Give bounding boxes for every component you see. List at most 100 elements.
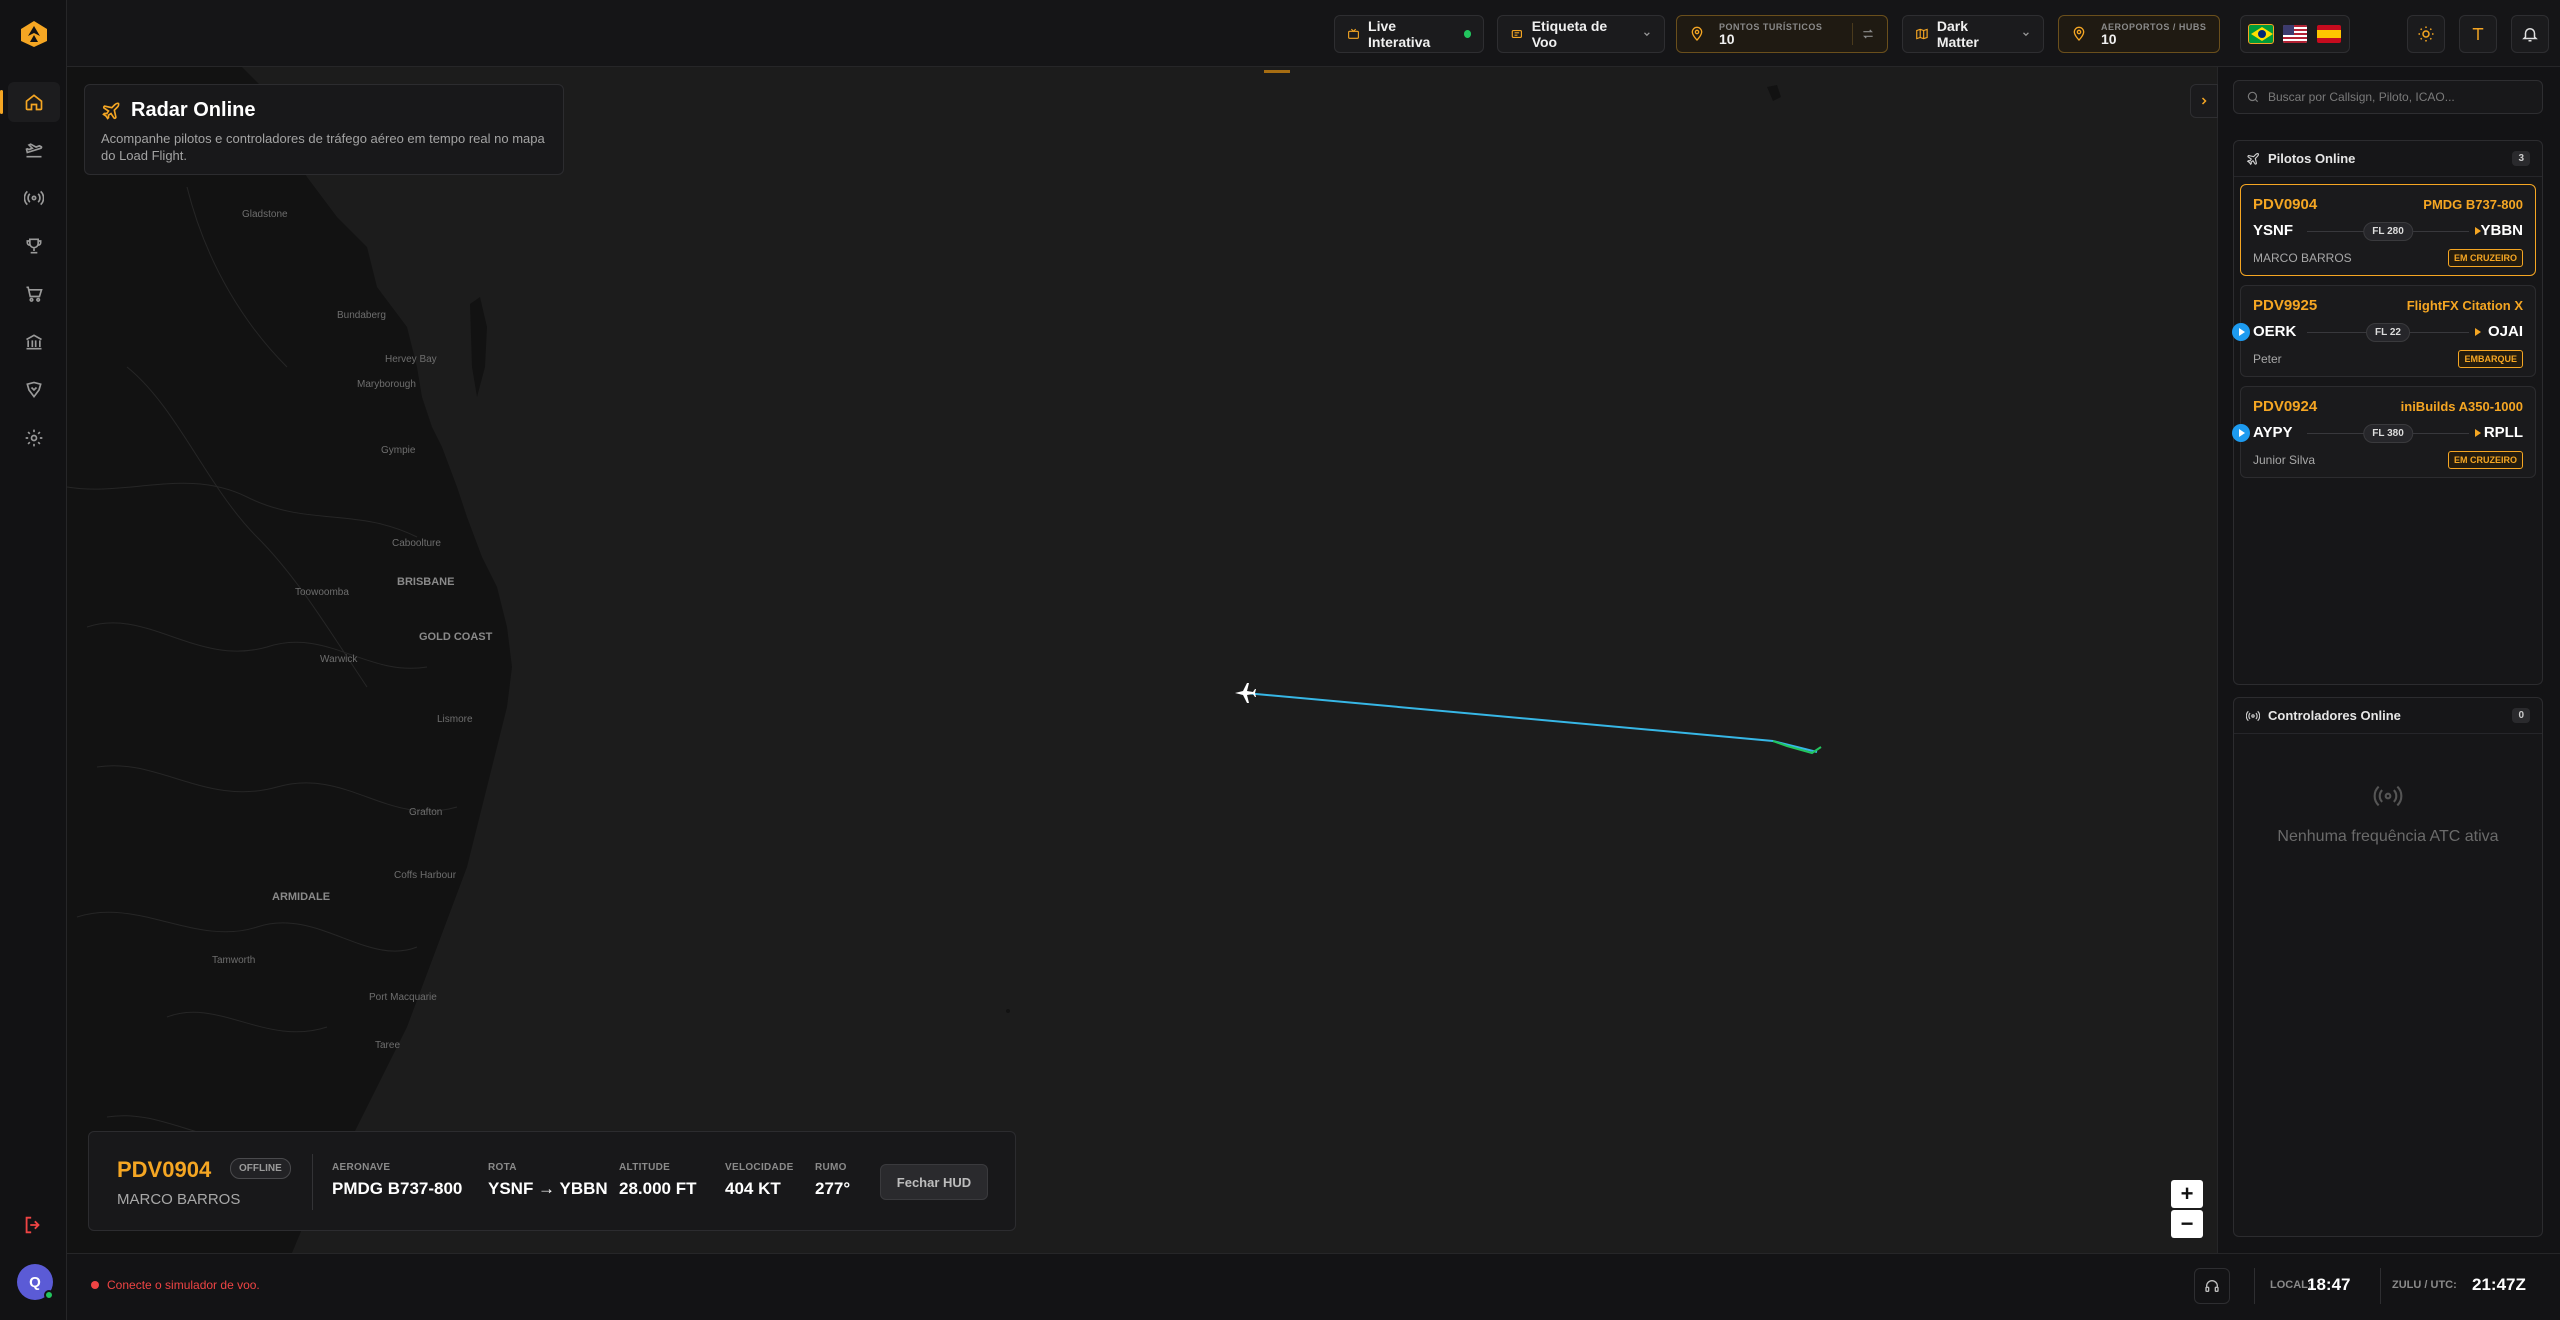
- chevron-down-icon: [2023, 32, 2029, 37]
- play-icon[interactable]: [2232, 323, 2250, 341]
- fraser-island: [470, 297, 487, 397]
- nav-home[interactable]: [0, 82, 60, 122]
- nav-radar[interactable]: [8, 178, 60, 218]
- flag-brazil-icon[interactable]: [2248, 24, 2274, 44]
- flight-tag-dropdown[interactable]: Etiqueta de Voo: [1497, 15, 1665, 53]
- map-style-dropdown[interactable]: Dark Matter: [1902, 15, 2044, 53]
- plane-icon: [102, 102, 120, 120]
- flag-usa-icon[interactable]: [2283, 25, 2307, 43]
- radar-map[interactable]: Gladstone Bundaberg Hervey Bay Maryborou…: [67, 67, 2217, 1253]
- live-status-dot: [1463, 30, 1471, 38]
- play-icon[interactable]: [2232, 424, 2250, 442]
- pilot-callsign: PDV0924: [2253, 398, 2318, 415]
- page-title: Radar Online: [131, 99, 256, 121]
- search-input[interactable]: [2268, 90, 2528, 104]
- font-size-button[interactable]: [2459, 15, 2497, 53]
- nav-flights[interactable]: [8, 130, 60, 170]
- nav-ranking[interactable]: [8, 226, 60, 266]
- airports-count: 10: [2101, 30, 2117, 47]
- pilot-aircraft: FlightFX Citation X: [2406, 298, 2523, 313]
- city-label: ARMIDALE: [272, 891, 331, 903]
- pilots-count-badge: 3: [2512, 151, 2530, 166]
- pilot-card[interactable]: PDV0904 PMDG B737-800 YSNF FL 280 YBBN M…: [2240, 184, 2536, 276]
- hud-field-value: PMDG B737-800: [332, 1179, 463, 1198]
- collapse-panel-button[interactable]: [2190, 84, 2218, 118]
- zoom-out-button[interactable]: −: [2171, 1210, 2203, 1238]
- city-label: Gladstone: [242, 209, 288, 220]
- pilot-name: Junior Silva: [2253, 453, 2316, 467]
- nav-settings[interactable]: [8, 418, 60, 458]
- bottom-bar: Conecte o simulador de voo. LOCAL: 18:47…: [67, 1253, 2560, 1320]
- atc-count-badge: 0: [2512, 708, 2530, 723]
- sun-icon: [2418, 26, 2434, 42]
- sim-status-text: Conecte o simulador de voo.: [107, 1278, 260, 1292]
- controllers-online-panel: Controladores Online 0: [2233, 697, 2543, 1237]
- nav-bank[interactable]: [8, 322, 60, 362]
- live-toggle-button[interactable]: Live Interativa: [1334, 15, 1484, 53]
- chevron-down-icon: [1644, 32, 1650, 37]
- support-button[interactable]: [2194, 1268, 2230, 1304]
- hud-field-value: YSNF → YBBN: [488, 1179, 608, 1198]
- notifications-button[interactable]: [2511, 15, 2549, 53]
- pilot-departure: YSNF: [2253, 222, 2294, 239]
- status-badge: EM CRUZEIRO: [2448, 451, 2523, 469]
- close-hud-button[interactable]: Fechar HUD: [880, 1164, 988, 1200]
- city-label: Bundaberg: [337, 310, 386, 321]
- theme-toggle-button[interactable]: [2407, 15, 2445, 53]
- hud-field-label: AERONAVE: [332, 1162, 391, 1173]
- city-label: Lismore: [437, 714, 473, 725]
- hud-field-value: 404 KT: [725, 1179, 781, 1198]
- pilot-callsign: PDV0904: [2253, 196, 2318, 213]
- airports-hubs-control[interactable]: AEROPORTOS / HUBS 10: [2058, 15, 2220, 53]
- bank-icon: [26, 334, 42, 350]
- medal-icon: [26, 381, 42, 399]
- hud-field-value: 28.000 FT: [619, 1179, 697, 1198]
- arrow-icon: [2475, 328, 2481, 336]
- pilot-arrival: YBBN: [2480, 222, 2523, 239]
- broadcast-icon: [2246, 710, 2260, 721]
- pilot-arrival: RPLL: [2483, 424, 2523, 441]
- city-label: Tamworth: [212, 955, 256, 966]
- pilot-arrival: OJAI: [2487, 323, 2523, 340]
- avatar[interactable]: Q: [17, 1264, 54, 1300]
- zulu-time-value: 21:47Z: [2472, 1275, 2526, 1294]
- nav-awards[interactable]: [8, 370, 60, 410]
- island-small: [1006, 1009, 1010, 1013]
- map-pin-icon: [2073, 26, 2085, 41]
- zoom-in-button[interactable]: +: [2171, 1180, 2203, 1208]
- city-label: Gympie: [381, 445, 416, 456]
- flight-level-badge: FL 280: [2363, 222, 2413, 241]
- hud-field-label: VELOCIDADE: [725, 1162, 794, 1173]
- gear-icon: [25, 429, 43, 447]
- error-dot: [91, 1281, 99, 1289]
- logout-icon[interactable]: [22, 1214, 44, 1236]
- headset-icon: [2205, 1280, 2219, 1292]
- city-label: Maryborough: [357, 379, 416, 390]
- app-logo-icon[interactable]: [20, 20, 48, 48]
- broadcast-icon: [24, 190, 44, 206]
- status-badge: OFFLINE: [230, 1158, 291, 1179]
- hud-field-label: RUMO: [815, 1162, 847, 1173]
- divider: [2254, 1268, 2255, 1304]
- map-style-label: Dark Matter: [1936, 18, 1979, 50]
- pilot-departure: OERK: [2253, 323, 2297, 340]
- pilot-card[interactable]: PDV0924 iniBuilds A350-1000 AYPY FL 380 …: [2232, 386, 2536, 478]
- swap-icon[interactable]: [1861, 27, 1875, 41]
- flight-track: [1244, 692, 1818, 753]
- tourist-count: 10: [1719, 30, 1735, 47]
- pilot-callsign: PDV9925: [2253, 297, 2318, 314]
- flag-spain-icon[interactable]: [2317, 25, 2341, 43]
- trophy-icon: [26, 238, 42, 254]
- city-label: BRISBANE: [397, 576, 455, 588]
- city-label: Grafton: [409, 807, 443, 818]
- atc-empty-message: Nenhuma frequência ATC ativa: [2277, 828, 2499, 845]
- map-icon: [1916, 28, 1928, 40]
- hud-field-label: ALTITUDE: [619, 1162, 671, 1173]
- nav-shop[interactable]: [8, 274, 60, 314]
- tag-icon: [1511, 30, 1522, 38]
- arrow-icon: [2475, 429, 2481, 437]
- city-label: Toowoomba: [295, 587, 349, 598]
- search-box: [2233, 80, 2543, 114]
- tourist-points-control[interactable]: PONTOS TURÍSTICOS 10: [1676, 15, 1888, 53]
- pilot-card[interactable]: PDV9925 FlightFX Citation X OERK FL 22 O…: [2232, 285, 2536, 377]
